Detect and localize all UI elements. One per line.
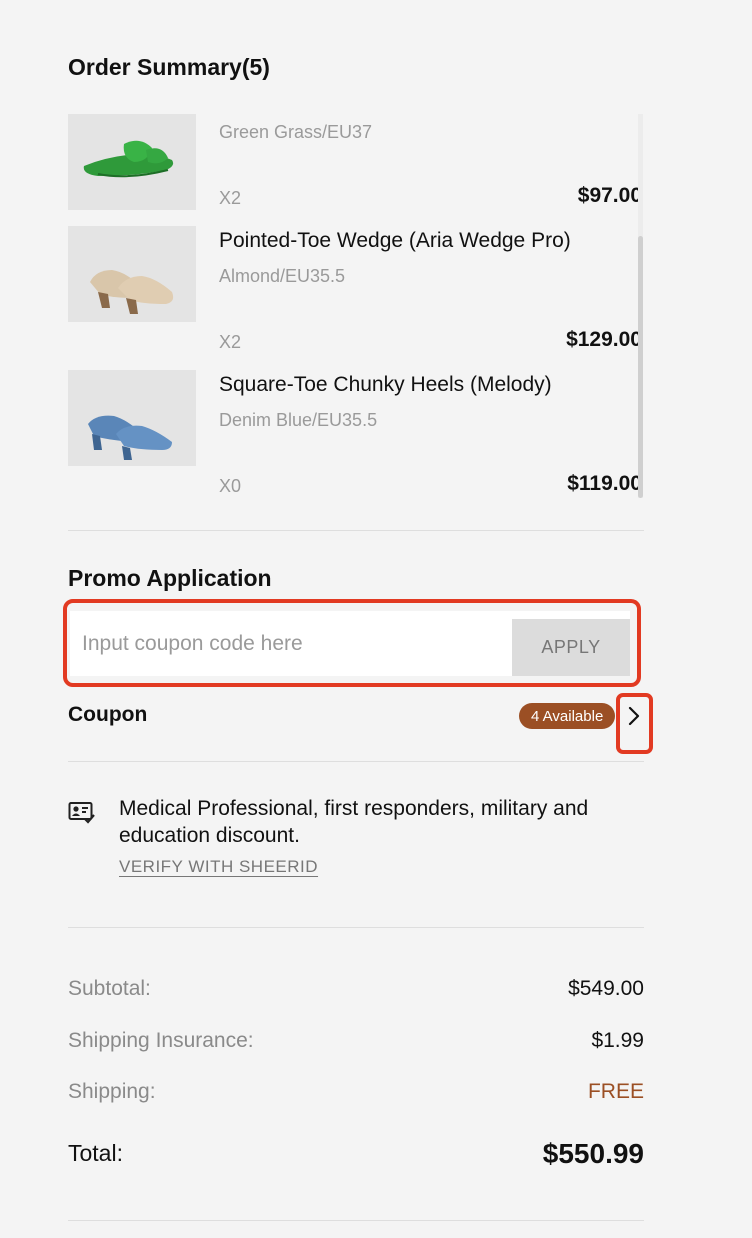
chevron-highlight xyxy=(616,693,653,754)
item-price: $129.00 xyxy=(566,328,642,351)
divider xyxy=(68,1220,644,1221)
coupon-available-badge[interactable]: 4 Available xyxy=(519,703,616,729)
divider xyxy=(68,761,644,762)
sheerid-description: Medical Professional, first responders, … xyxy=(119,797,589,847)
product-image-denim-heel[interactable] xyxy=(68,370,196,466)
shipping-insurance-label: Shipping Insurance: xyxy=(68,1029,254,1052)
shipping-insurance-value: $1.99 xyxy=(591,1029,644,1052)
subtotal-value: $549.00 xyxy=(568,977,644,1000)
total-value: $550.99 xyxy=(542,1138,644,1169)
total-label: Total: xyxy=(68,1140,123,1166)
shipping-label: Shipping: xyxy=(68,1080,156,1103)
divider xyxy=(68,927,644,928)
verify-sheerid-link[interactable]: VERIFY WITH SHEERID xyxy=(119,857,318,877)
item-quantity: X2 xyxy=(219,188,242,208)
item-price: $119.00 xyxy=(567,472,642,495)
id-card-check-icon xyxy=(68,800,96,829)
item-name[interactable]: Square-Toe Chunky Heels (Melody) xyxy=(219,373,552,397)
divider xyxy=(68,530,644,531)
item-quantity: X0 xyxy=(219,476,242,496)
promo-title: Promo Application xyxy=(68,565,272,591)
item-name[interactable]: Pointed-Toe Wedge (Aria Wedge Pro) xyxy=(219,229,571,253)
items-scrollbar-thumb[interactable] xyxy=(638,236,643,498)
coupon-label[interactable]: Coupon xyxy=(68,703,147,727)
item-variant: Denim Blue/EU35.5 xyxy=(219,410,378,430)
coupon-code-input[interactable] xyxy=(70,611,510,676)
item-variant: Green Grass/EU37 xyxy=(219,122,373,142)
item-variant: Almond/EU35.5 xyxy=(219,266,346,286)
item-quantity: X2 xyxy=(219,332,242,352)
product-image-green-bow-flat[interactable] xyxy=(68,114,196,210)
shipping-value: FREE xyxy=(587,1080,644,1103)
order-summary-title: Order Summary(5) xyxy=(68,54,270,80)
apply-button[interactable]: APPLY xyxy=(512,619,630,676)
product-image-almond-wedge[interactable] xyxy=(68,226,196,322)
subtotal-label: Subtotal: xyxy=(68,977,151,1000)
item-price: $97.00 xyxy=(577,184,642,207)
